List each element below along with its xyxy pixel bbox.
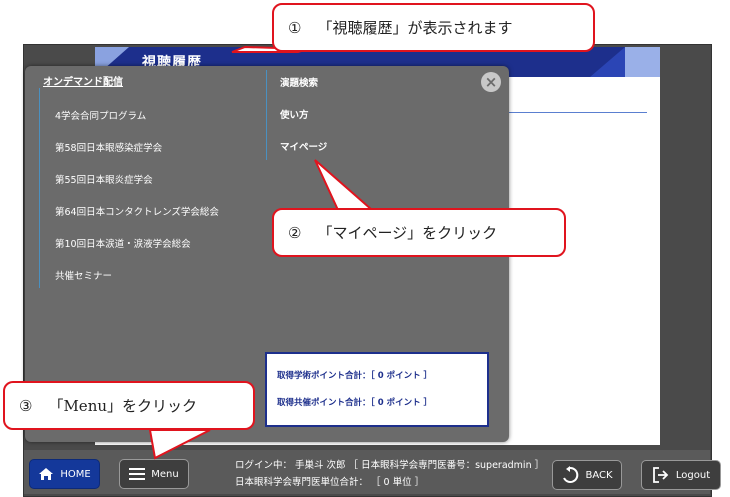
callout-click-menu: ③ 「Menu」をクリック [3,381,255,430]
callout-3-number: ③ [19,396,33,415]
logout-button[interactable]: Logout [641,460,721,490]
callout-1-number: ① [288,18,302,37]
menu-item-search[interactable]: 演題検索 [280,75,318,89]
callout-2-number: ② [288,223,302,242]
menu-item-4gakkai[interactable]: 4学会合同プログラム [55,108,146,122]
menu-button-label: Menu [151,468,179,480]
login-user-line: ログイン中： 手巣斗 次郎 ［ 日本眼科学会専門医番号：superadmin ］ [235,460,545,471]
academic-points-label: 取得学術ポイント合計：［ 0 ポイント ］ [277,371,433,381]
title-decor-right-2 [625,47,660,77]
hamburger-icon [129,468,146,480]
login-info: ログイン中： 手巣斗 次郎 ［ 日本眼科学会専門医番号：superadmin ］… [235,457,544,491]
back-button-label: BACK [585,469,613,481]
sponsored-points-label: 取得共催ポイント合計：［ 0 ポイント ］ [277,398,433,408]
close-icon[interactable]: × [481,72,501,92]
menu-right-divider [266,70,267,160]
logout-icon [652,467,669,483]
menu-item-kyosai-seminar[interactable]: 共催セミナー [55,268,112,282]
callout-2-text: 「マイページ」をクリック [317,224,498,242]
logout-button-label: Logout [675,469,711,481]
menu-item-10-ruido[interactable]: 第10回日本涙道・涙液学会総会 [55,236,191,250]
points-summary-box: 取得学術ポイント合計：［ 0 ポイント ］ 取得共催ポイント合計：［ 0 ポイン… [265,352,489,427]
back-button[interactable]: BACK [552,460,622,490]
menu-button[interactable]: Menu [119,459,189,489]
home-button-label: HOME [60,468,91,480]
menu-section-ondemand[interactable]: オンデマンド配信 [43,73,123,88]
title-decor-right-1 [590,47,625,77]
callout-title-shown: ① 「視聴履歴」が表示されます [272,3,595,52]
back-arrow-icon [563,466,579,483]
content-divider [505,112,647,113]
callout-click-mypage: ② 「マイページ」をクリック [272,208,566,257]
menu-item-55-ensho[interactable]: 第55回日本眼炎症学会 [55,172,153,186]
home-button[interactable]: HOME [29,459,100,489]
home-icon [39,468,54,480]
credit-units-line: 日本眼科学会専門医単位合計： ［ 0 単位 ］ [235,477,425,488]
menu-left-divider [39,88,40,288]
menu-item-howto[interactable]: 使い方 [280,107,309,121]
menu-item-58-kansen[interactable]: 第58回日本眼感染症学会 [55,140,162,154]
callout-3-text: 「Menu」をクリック [48,397,198,415]
menu-item-64-contact[interactable]: 第64回日本コンタクトレンズ学会総会 [55,204,219,218]
callout-1-text: 「視聴履歴」が表示されます [317,19,513,37]
menu-item-mypage[interactable]: マイページ [280,139,327,153]
